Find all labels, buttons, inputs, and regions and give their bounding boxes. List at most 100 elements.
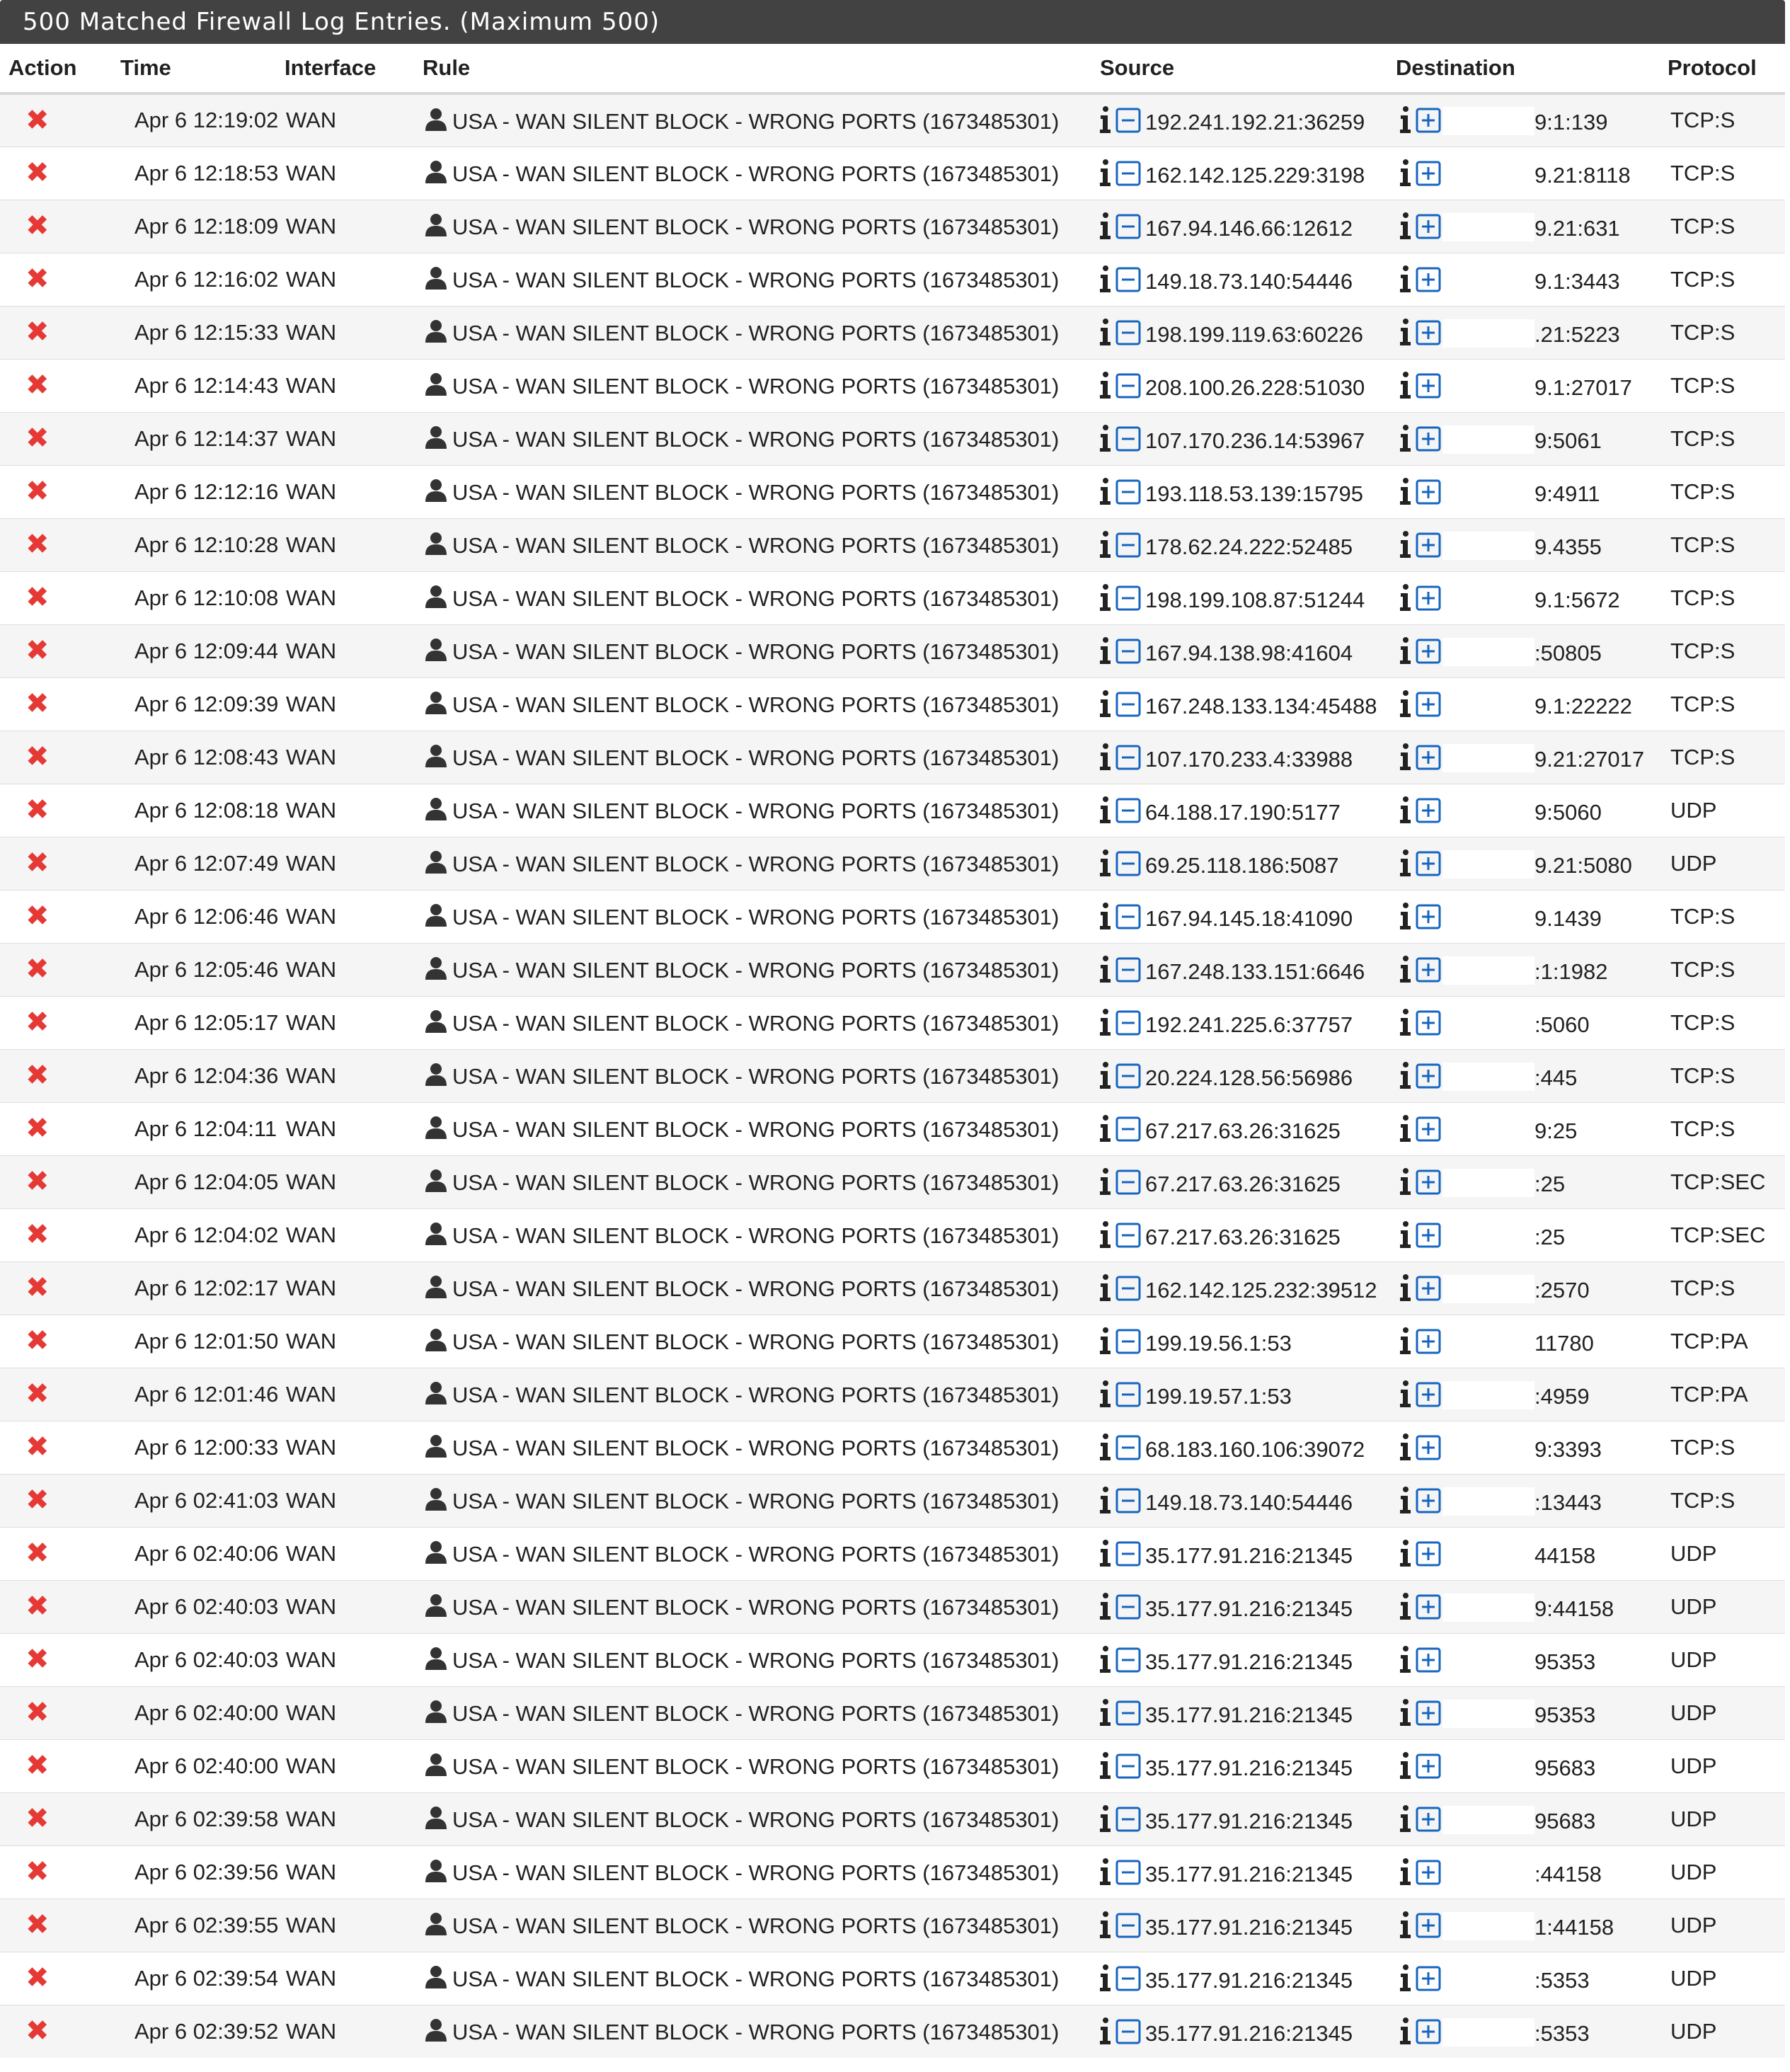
info-icon[interactable] xyxy=(1098,1167,1111,1196)
source-address[interactable]: 199.19.57.1:53 xyxy=(1145,1384,1292,1409)
source-address[interactable]: 192.241.225.6:37757 xyxy=(1145,1012,1353,1037)
info-icon[interactable] xyxy=(1399,636,1411,665)
info-icon[interactable] xyxy=(1399,902,1411,930)
source-address[interactable]: 162.142.125.232:39512 xyxy=(1145,1278,1377,1303)
minus-square-icon[interactable] xyxy=(1115,2019,1141,2044)
user-icon[interactable] xyxy=(424,1911,448,1935)
source-address[interactable]: 35.177.91.216:21345 xyxy=(1145,1756,1353,1780)
source-address[interactable]: 167.94.145.18:41090 xyxy=(1145,906,1353,931)
source-address[interactable]: 35.177.91.216:21345 xyxy=(1145,1702,1353,1727)
plus-square-icon[interactable] xyxy=(1416,2019,1441,2044)
user-icon[interactable] xyxy=(424,584,448,608)
user-icon[interactable] xyxy=(424,425,448,449)
minus-square-icon[interactable] xyxy=(1115,1753,1141,1779)
user-icon[interactable] xyxy=(424,1380,448,1404)
destination-address[interactable]: 9.21:5080 xyxy=(1534,853,1632,878)
block-x-icon[interactable]: ✖ xyxy=(25,476,50,507)
plus-square-icon[interactable] xyxy=(1416,1488,1441,1513)
destination-address[interactable]: 95353 xyxy=(1534,1702,1595,1727)
block-x-icon[interactable]: ✖ xyxy=(25,1962,50,1993)
minus-square-icon[interactable] xyxy=(1115,267,1141,292)
rule-label[interactable]: USA - WAN SILENT BLOCK - WRONG PORTS (16… xyxy=(452,374,1059,399)
minus-square-icon[interactable] xyxy=(1115,373,1141,399)
info-icon[interactable] xyxy=(1399,1645,1411,1673)
minus-square-icon[interactable] xyxy=(1115,1913,1141,1938)
source-address[interactable]: 68.183.160.106:39072 xyxy=(1145,1437,1365,1462)
info-icon[interactable] xyxy=(1098,1539,1111,1567)
info-icon[interactable] xyxy=(1098,477,1111,505)
info-icon[interactable] xyxy=(1399,371,1411,399)
plus-square-icon[interactable] xyxy=(1416,267,1441,292)
header-destination[interactable]: Destination xyxy=(1390,44,1653,95)
plus-square-icon[interactable] xyxy=(1416,1913,1441,1938)
rule-label[interactable]: USA - WAN SILENT BLOCK - WRONG PORTS (16… xyxy=(452,1436,1059,1460)
info-icon[interactable] xyxy=(1098,849,1111,877)
source-address[interactable]: 167.94.138.98:41604 xyxy=(1145,641,1353,665)
user-icon[interactable] xyxy=(424,478,448,502)
plus-square-icon[interactable] xyxy=(1416,1063,1441,1089)
info-icon[interactable] xyxy=(1098,1061,1111,1089)
user-icon[interactable] xyxy=(424,1858,448,1882)
info-icon[interactable] xyxy=(1399,2017,1411,2045)
destination-address[interactable]: :5353 xyxy=(1534,1968,1590,1993)
info-icon[interactable] xyxy=(1098,1911,1111,1939)
user-icon[interactable] xyxy=(424,372,448,396)
plus-square-icon[interactable] xyxy=(1416,798,1441,823)
plus-square-icon[interactable] xyxy=(1416,1966,1441,1991)
block-x-icon[interactable]: ✖ xyxy=(25,1166,50,1197)
user-icon[interactable] xyxy=(424,107,448,131)
info-icon[interactable] xyxy=(1399,159,1411,187)
destination-address[interactable]: :5353 xyxy=(1534,2021,1590,2046)
destination-address[interactable]: 95353 xyxy=(1534,1649,1595,1674)
rule-label[interactable]: USA - WAN SILENT BLOCK - WRONG PORTS (16… xyxy=(452,533,1059,558)
info-icon[interactable] xyxy=(1098,1751,1111,1780)
minus-square-icon[interactable] xyxy=(1115,1966,1141,1991)
minus-square-icon[interactable] xyxy=(1115,639,1141,664)
minus-square-icon[interactable] xyxy=(1115,1488,1141,1513)
block-x-icon[interactable]: ✖ xyxy=(25,529,50,560)
info-icon[interactable] xyxy=(1399,1220,1411,1249)
block-x-icon[interactable]: ✖ xyxy=(25,900,50,932)
block-x-icon[interactable]: ✖ xyxy=(25,1591,50,1622)
minus-square-icon[interactable] xyxy=(1115,479,1141,505)
info-icon[interactable] xyxy=(1098,689,1111,718)
source-address[interactable]: 208.100.26.228:51030 xyxy=(1145,375,1365,400)
block-x-icon[interactable]: ✖ xyxy=(25,1750,50,1781)
info-icon[interactable] xyxy=(1399,424,1411,452)
minus-square-icon[interactable] xyxy=(1115,745,1141,770)
block-x-icon[interactable]: ✖ xyxy=(25,794,50,825)
minus-square-icon[interactable] xyxy=(1115,1276,1141,1301)
info-icon[interactable] xyxy=(1399,849,1411,877)
block-x-icon[interactable]: ✖ xyxy=(25,1113,50,1144)
info-icon[interactable] xyxy=(1098,1008,1111,1036)
rule-label[interactable]: USA - WAN SILENT BLOCK - WRONG PORTS (16… xyxy=(452,214,1059,239)
info-icon[interactable] xyxy=(1399,1008,1411,1036)
user-icon[interactable] xyxy=(424,265,448,290)
user-icon[interactable] xyxy=(424,159,448,183)
block-x-icon[interactable]: ✖ xyxy=(25,316,50,348)
destination-address[interactable]: :4959 xyxy=(1534,1384,1590,1409)
info-icon[interactable] xyxy=(1098,743,1111,771)
info-icon[interactable] xyxy=(1098,1220,1111,1249)
rule-label[interactable]: USA - WAN SILENT BLOCK - WRONG PORTS (16… xyxy=(452,2020,1059,2044)
block-x-icon[interactable]: ✖ xyxy=(25,1909,50,1940)
info-icon[interactable] xyxy=(1399,1964,1411,1992)
destination-address[interactable]: 9.1:27017 xyxy=(1534,375,1632,400)
destination-address[interactable]: 9:5060 xyxy=(1534,800,1602,825)
plus-square-icon[interactable] xyxy=(1416,532,1441,558)
destination-address[interactable]: 9.1:5672 xyxy=(1534,588,1620,612)
plus-square-icon[interactable] xyxy=(1416,1700,1441,1726)
destination-address[interactable]: :50805 xyxy=(1534,641,1602,665)
destination-address[interactable]: .21:5223 xyxy=(1534,322,1620,347)
plus-square-icon[interactable] xyxy=(1416,373,1441,399)
user-icon[interactable] xyxy=(424,1487,448,1511)
user-icon[interactable] xyxy=(424,1805,448,1829)
destination-address[interactable]: :5060 xyxy=(1534,1012,1590,1037)
block-x-icon[interactable]: ✖ xyxy=(25,582,50,613)
rule-label[interactable]: USA - WAN SILENT BLOCK - WRONG PORTS (16… xyxy=(452,1595,1059,1620)
plus-square-icon[interactable] xyxy=(1416,1169,1441,1195)
info-icon[interactable] xyxy=(1399,796,1411,824)
user-icon[interactable] xyxy=(424,956,448,980)
info-icon[interactable] xyxy=(1399,1273,1411,1302)
source-address[interactable]: 67.217.63.26:31625 xyxy=(1145,1225,1341,1249)
